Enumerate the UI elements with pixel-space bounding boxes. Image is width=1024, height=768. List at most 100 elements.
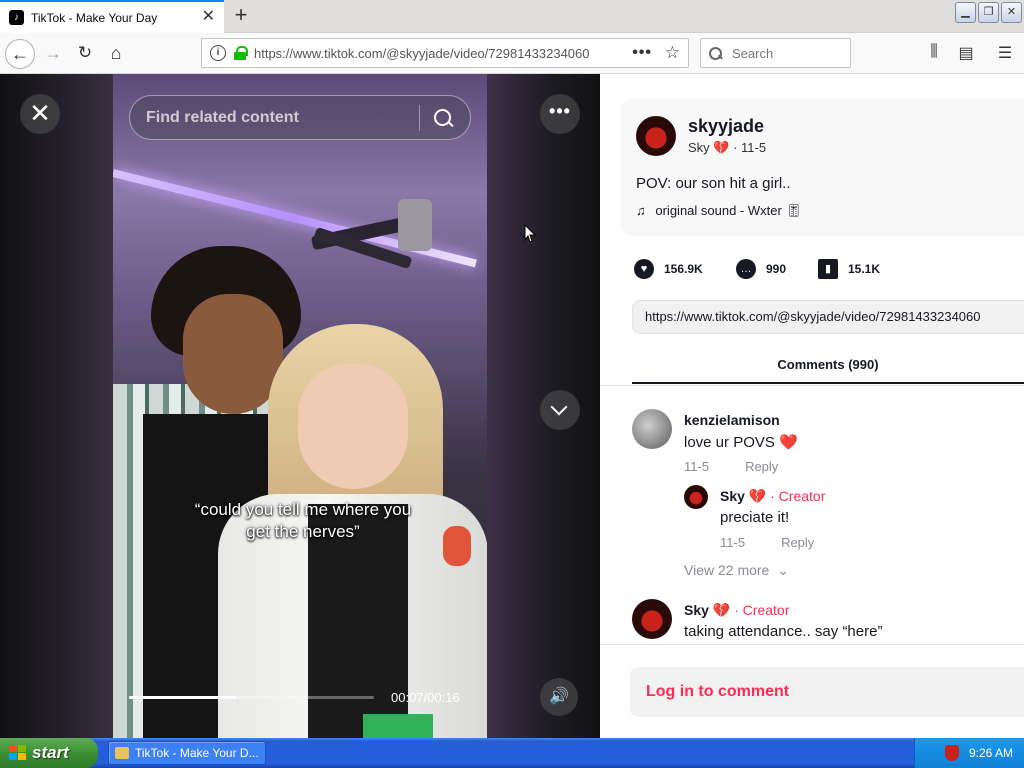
reply-username[interactable]: Sky 💔 · Creator [720,488,825,505]
like-count: 156.9K [664,262,703,276]
site-info-icon[interactable]: i [210,45,226,61]
clock: 9:26 AM [969,746,1014,760]
volume-icon[interactable]: 🔊 [540,678,578,716]
new-tab-icon[interactable]: + [230,4,252,26]
person-right-face [298,364,408,489]
window-close-button[interactable]: ✕ [1001,2,1022,23]
home-icon[interactable]: ⌂ [101,39,131,69]
next-video-chevron-icon[interactable] [540,390,580,430]
close-video-button[interactable]: ✕ [20,94,60,134]
window-controls: ▁ ❐ ✕ [955,2,1022,23]
reply-user-name[interactable]: Sky 💔 [720,488,766,504]
video-backdrop-left [0,74,113,738]
reload-icon[interactable]: ↻ [70,39,100,69]
comment-username[interactable]: Sky 💔 · Creator [684,602,789,619]
browser-tab[interactable]: ♪ TikTok - Make Your Day ✕ [0,0,224,33]
lock-icon [234,46,248,60]
caption-line: get the nerves” [246,522,360,541]
tab-comments[interactable]: Comments (990) [632,348,1024,384]
browser-window-icon [115,747,129,759]
search-icon [709,46,722,60]
comment-bubble-icon[interactable]: … [736,259,756,279]
taskbar-window-button[interactable]: TikTok - Make Your D... [108,741,266,765]
comments-divider [600,385,1024,386]
tab-close-icon[interactable]: ✕ [202,9,215,25]
caption-line: “could you tell me where you [194,500,412,519]
login-to-comment-button[interactable]: Log in to comment [630,667,1024,717]
url-text[interactable]: https://www.tiktok.com/@skyyjade/video/7… [254,46,604,61]
sidebar-icon[interactable]: ▤ [955,43,977,63]
reply-date: 11-5 [720,535,746,550]
video-time: 00:07/00:16 [391,690,460,705]
start-label: start [32,743,69,762]
address-bar[interactable]: i https://www.tiktok.com/@skyyjade/video… [201,38,689,68]
security-shield-icon[interactable] [945,745,959,761]
view-more-replies-button[interactable]: View 22 more ⌄ [684,562,789,579]
comment-text: taking attendance.. say “here” [684,623,883,640]
windows-logo-icon [9,745,27,761]
comment-text: love ur POVS ❤️ [684,434,798,451]
minimize-button[interactable]: ▁ [955,2,976,23]
tab-title: TikTok - Make Your Day [31,10,158,25]
ceiling-fan-hub [398,199,432,251]
video-details-panel: skyyjade Sky 💔 · 11-5 POV: our son hit a… [600,74,1024,738]
reply-meta: 11-5 Reply [720,535,814,550]
search-placeholder: Search [732,45,774,61]
menu-icon[interactable]: ☰ [994,43,1016,63]
author-avatar[interactable] [636,116,676,156]
video-frame[interactable]: “could you tell me where you get the ner… [113,74,487,738]
music-note-icon: ♫ [636,203,646,218]
reply-button[interactable]: Reply [781,535,814,550]
library-icon[interactable]: ⫼ [923,43,945,61]
comment-input-bar: Log in to comment [600,644,1024,738]
save-stat[interactable]: ▮ 15.1K [818,257,880,281]
system-tray: 9:26 AM [914,738,1024,768]
comment-username[interactable]: kenzielamison [684,412,780,428]
creator-badge: · Creator [734,602,790,618]
os-taskbar: start TikTok - Make Your D... 9:26 AM [0,738,1024,768]
author-username[interactable]: skyyjade [688,116,764,137]
video-progress-fill [129,696,237,699]
search-divider [419,105,420,131]
restore-button[interactable]: ❐ [978,2,999,23]
video-player[interactable]: “could you tell me where you get the ner… [0,74,600,738]
start-button[interactable]: start [0,738,98,768]
person-right-pants [363,714,433,738]
more-options-button[interactable]: ••• [540,94,580,134]
video-description: POV: our son hit a girl.. [636,175,791,192]
comment-stat[interactable]: … 990 [736,257,786,281]
bookmark-icon[interactable]: ▮ [818,259,838,279]
music-link[interactable]: ♫ original sound - Wxter 🎚 [636,203,802,219]
video-caption: “could you tell me where you get the ner… [153,499,453,543]
video-progress-bar[interactable] [129,696,374,699]
chevron-down-icon: ⌄ [777,562,789,578]
page-actions-icon[interactable]: ••• [632,44,652,62]
back-arrow-icon[interactable]: ← [5,39,35,69]
bookmark-star-icon[interactable]: ☆ [665,43,680,63]
creator-avatar[interactable] [684,485,708,509]
reply-button[interactable]: Reply [745,459,778,474]
music-title[interactable]: original sound - Wxter 🎚 [655,203,802,218]
creator-avatar[interactable] [632,599,672,639]
tiktok-favicon-icon: ♪ [9,10,24,25]
comment-user-name[interactable]: Sky 💔 [684,602,730,618]
view-more-label[interactable]: View 22 more [684,562,769,578]
heart-icon[interactable]: ♥ [634,259,654,279]
copy-link-field[interactable]: https://www.tiktok.com/@skyyjade/video/7… [632,300,1024,334]
comment-date: 11-5 [684,459,710,474]
taskbar-window-label: TikTok - Make Your D... [135,746,259,760]
find-related-search[interactable]: Find related content [129,95,471,140]
like-stat[interactable]: ♥ 156.9K [634,257,703,281]
search-input[interactable]: Search [700,38,851,68]
commenter-avatar[interactable] [632,409,672,449]
tab-bar: ♪ TikTok - Make Your Day ✕ + ▁ ❐ ✕ [0,0,1024,33]
save-count: 15.1K [848,262,881,276]
post-info-card: skyyjade Sky 💔 · 11-5 POV: our son hit a… [621,98,1024,236]
mouse-cursor-icon [524,224,536,243]
navigation-toolbar: ← → ↻ ⌂ i https://www.tiktok.com/@skyyja… [0,33,1024,74]
search-icon[interactable] [433,108,455,130]
reply-text: preciate it! [720,509,790,526]
comment-meta: 11-5 Reply [684,459,778,474]
forward-arrow-icon[interactable]: → [38,39,68,69]
find-related-placeholder: Find related content [146,109,299,126]
